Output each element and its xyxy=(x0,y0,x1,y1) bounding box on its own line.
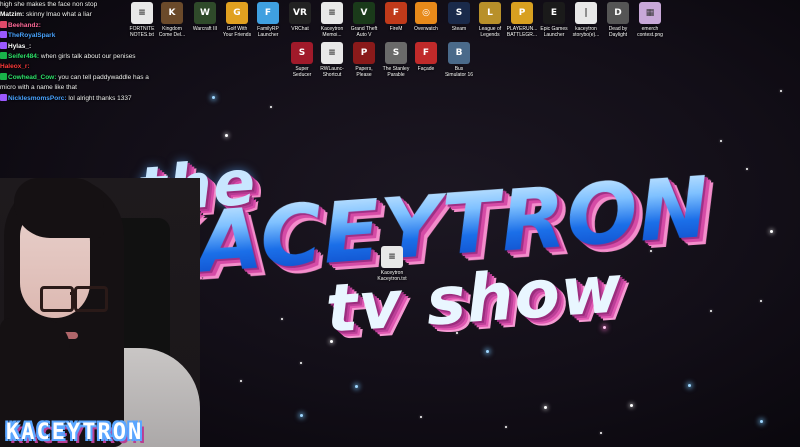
desktop-icon-label: Kaceytron Kaceytron.txt xyxy=(377,270,407,282)
chat-message: Hylas_: xyxy=(0,41,170,52)
glasses-bridge xyxy=(70,292,76,295)
star xyxy=(486,350,489,353)
star xyxy=(505,426,507,428)
bus-simulator-icon[interactable]: B Bus Simulator 16 xyxy=(439,42,479,78)
glasses-right-lens xyxy=(74,286,108,312)
desktop-icon-image: F xyxy=(385,2,407,24)
star xyxy=(688,384,691,387)
star xyxy=(355,385,358,388)
show-logo: the KACEYTRON tv show xyxy=(123,90,717,350)
desktop-icon-image: S xyxy=(291,42,313,64)
chat-text: lol alright thanks 1337 xyxy=(68,94,132,102)
kaceytron-file-icon[interactable]: ≡ Kaceytron Kaceytron.txt xyxy=(372,246,412,282)
chat-message: micro with a name like that xyxy=(0,83,170,93)
hair-bangs xyxy=(14,178,104,238)
desktop-icon-image: ▦ xyxy=(639,2,661,24)
desktop-icon-image: ≡ xyxy=(321,2,343,24)
desktop-background: the KACEYTRON tv show ≡FORTNITE NOTES.tx… xyxy=(0,0,800,447)
desktop-icon-image: VR xyxy=(289,2,311,24)
chat-username: Beehandz: xyxy=(8,21,41,29)
chat-username: Seifer484: xyxy=(8,53,40,61)
desktop-icon-label: Bus Simulator 16 xyxy=(444,66,474,78)
chat-text: high she makes the face non stop xyxy=(0,1,98,8)
desktop-icon-image: S xyxy=(385,42,407,64)
desktop-icon-image: F xyxy=(257,2,279,24)
star xyxy=(720,140,722,142)
chat-message: high she makes the face non stop xyxy=(0,0,170,10)
chat-message: NicklesmomsPorc: lol alright thanks 1337 xyxy=(0,93,170,104)
desktop-icon-image: W xyxy=(194,2,216,24)
star xyxy=(600,432,602,434)
chat-message: Matzim: skinny lmao what a liar xyxy=(0,10,170,20)
desktop-icon-image: S xyxy=(448,2,470,24)
chat-badge-icon xyxy=(0,41,7,49)
chat-username: Cowhead_Cow: xyxy=(8,73,57,81)
star xyxy=(420,416,422,418)
glasses-left-lens xyxy=(40,286,74,312)
desktop-icon-image: ◎ xyxy=(415,2,437,24)
chat-message: Beehandz: xyxy=(0,20,170,31)
desktop-icon-image: L xyxy=(479,2,501,24)
desktop-icon-image: G xyxy=(226,2,248,24)
desktop-icon-image: V xyxy=(353,2,375,24)
star xyxy=(212,96,215,99)
chat-username: Hylas_: xyxy=(8,42,32,50)
nameplate-text: KACEYTRON xyxy=(6,419,144,445)
desktop-icon-image: | xyxy=(575,2,597,24)
star xyxy=(544,406,547,409)
star xyxy=(710,310,712,312)
chat-text: you can tell paddywaddle has a xyxy=(58,73,149,81)
chat-message: Seifer484: when girls talk about our pen… xyxy=(0,52,170,62)
desktop-icon-image: ≡ xyxy=(321,42,343,64)
star xyxy=(760,420,763,423)
desktop-icon-image: D xyxy=(607,2,629,24)
chat-username: Haleox_r: xyxy=(0,63,30,71)
chat-text: skinny lmao what a liar xyxy=(26,11,92,19)
chat-username: TheRoyalSpark xyxy=(8,32,56,40)
desktop-icon-image: F xyxy=(415,42,437,64)
chat-badge-icon xyxy=(0,72,7,80)
chat-message: Haleox_r: xyxy=(0,62,170,72)
chat-badge-icon xyxy=(0,52,7,60)
chat-badge-icon xyxy=(0,31,7,39)
chat-username: NicklesmomsPorc: xyxy=(8,94,67,102)
desktop-icon-image: E xyxy=(543,2,565,24)
desktop-icon-image: ≡ xyxy=(381,246,403,268)
chat-message: Cowhead_Cow: you can tell paddywaddle ha… xyxy=(0,72,170,83)
chat-badge-icon xyxy=(0,93,7,101)
chat-text: micro with a name like that xyxy=(0,84,77,92)
chat-username: Matzim: xyxy=(0,11,25,19)
webcam-feed xyxy=(0,178,200,447)
chat-badge-icon xyxy=(0,20,7,28)
chat-message: TheRoyalSpark xyxy=(0,31,170,41)
desktop-icon-image: P xyxy=(353,42,375,64)
emerch-png-icon[interactable]: ▦ emerch contest.png xyxy=(630,2,670,38)
star xyxy=(240,380,242,382)
star xyxy=(746,168,748,170)
star xyxy=(300,362,302,364)
star xyxy=(760,300,762,302)
desktop-icon-image: B xyxy=(448,42,470,64)
star xyxy=(300,414,303,417)
chat-overlay: high she makes the face non stop Matzim: … xyxy=(0,0,170,104)
desktop-icon-image: P xyxy=(511,2,533,24)
streamer-nameplate: KACEYTRON xyxy=(0,417,149,447)
chat-text: when girls talk about our penises xyxy=(40,53,136,61)
star xyxy=(780,90,782,92)
star xyxy=(270,106,272,108)
star xyxy=(630,404,633,407)
star xyxy=(770,230,773,233)
desktop-icon-label: emerch contest.png xyxy=(637,26,663,38)
